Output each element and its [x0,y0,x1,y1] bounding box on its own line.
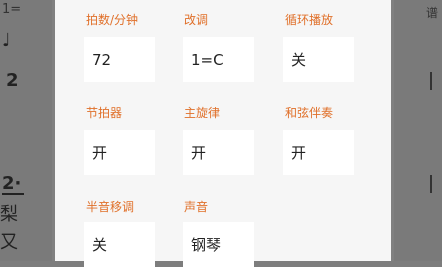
chord-accompaniment-value: 开 [291,144,307,162]
transpose-key-value: 1=C [191,50,224,69]
chord-accompaniment-label: 和弦伴奏 [285,106,334,120]
background-measure-number-2: 2· [2,173,22,194]
instrument-sound-label: 声音 [184,200,209,214]
background-key-text: 1= [2,2,22,17]
melody-field[interactable]: 开 [183,130,254,175]
loop-playback-value: 关 [291,51,307,69]
background-measure-number: 2 [6,70,19,91]
metronome-field[interactable]: 开 [84,130,155,175]
semitone-transpose-field[interactable]: 关 [84,222,155,267]
metronome-value: 开 [92,144,108,162]
loop-playback-field[interactable]: 关 [283,37,354,82]
semitone-transpose-value: 关 [92,236,108,254]
metronome-label: 节拍器 [86,106,123,120]
tempo-value: 72 [92,50,112,69]
melody-label: 主旋律 [184,106,221,120]
background-barline-2 [430,175,432,193]
playback-settings-dialog: 拍数/分钟 72 改调 1=C 循环播放 关 节拍器 开 主旋律 开 和弦伴奏 … [55,0,391,267]
background-note-icon: ♩ [2,30,11,51]
instrument-sound-value: 钢琴 [191,236,222,254]
instrument-sound-field[interactable]: 钢琴 [183,222,254,267]
background-barline [430,72,432,90]
background-right-area [394,0,442,261]
background-lyric-line-2: 又 [0,232,18,253]
transpose-key-label: 改调 [184,13,209,27]
tempo-label: 拍数/分钟 [86,13,139,27]
transpose-key-field[interactable]: 1=C [183,37,254,82]
melody-value: 开 [191,144,207,162]
background-underline [2,193,24,195]
background-right-label: 谱 [425,6,438,20]
background-lyric-line-1: 梨 [0,204,18,225]
chord-accompaniment-field[interactable]: 开 [283,130,354,175]
semitone-transpose-label: 半音移调 [86,200,135,214]
loop-playback-label: 循环播放 [285,13,334,27]
tempo-field[interactable]: 72 [84,37,155,82]
